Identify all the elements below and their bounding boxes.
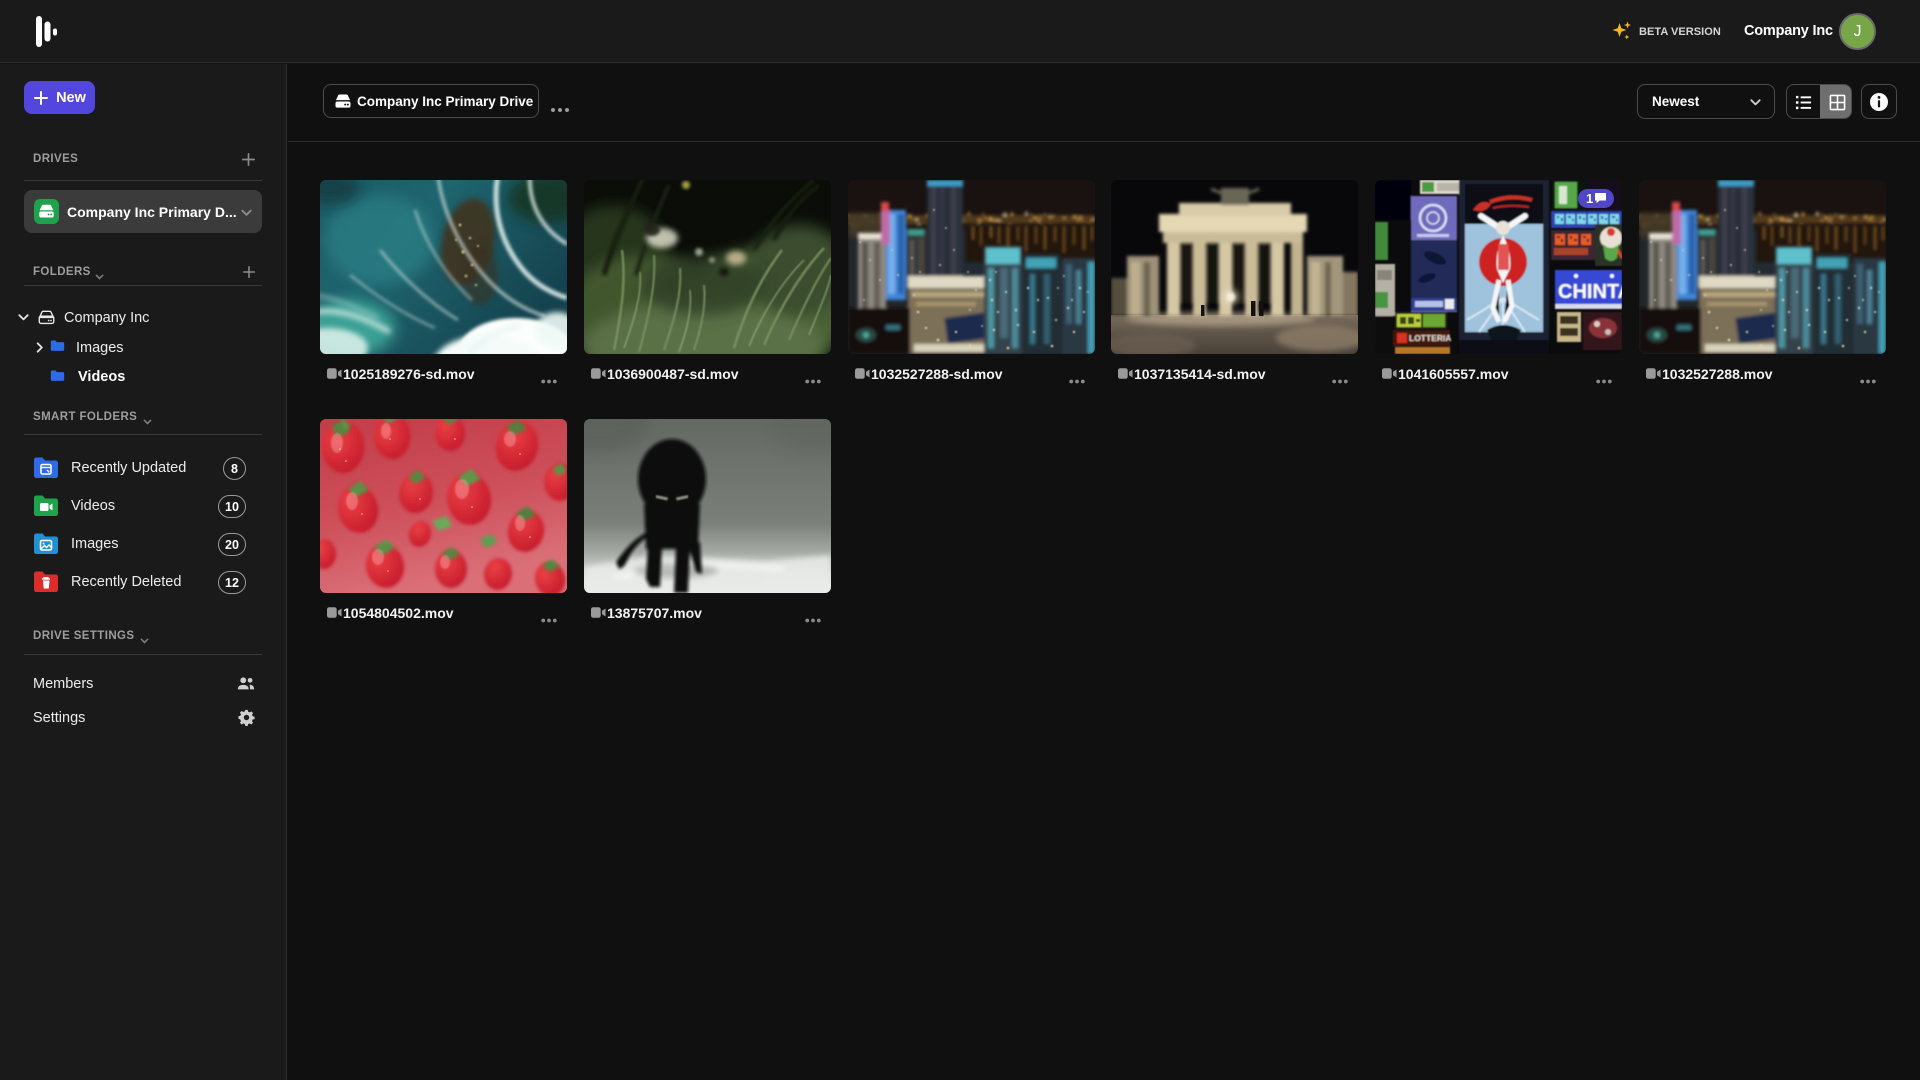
- svg-text:LOTTERIA: LOTTERIA: [1409, 333, 1452, 343]
- svg-text:CHINTA: CHINTA: [1558, 281, 1622, 303]
- svg-text:1: 1: [1586, 191, 1593, 206]
